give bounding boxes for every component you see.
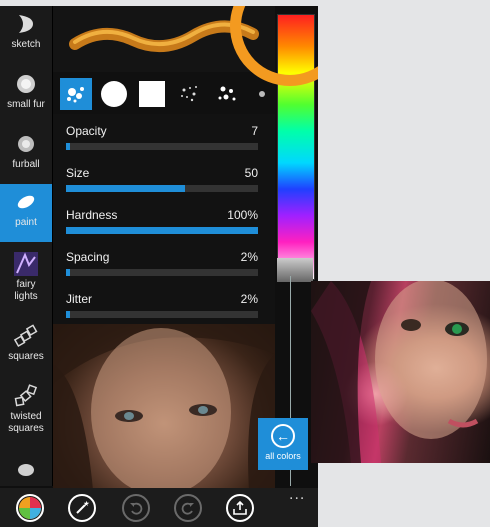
- tool-label: squares: [8, 351, 44, 362]
- slider-name: Opacity: [66, 124, 107, 138]
- tip-spray[interactable]: [174, 78, 206, 110]
- slider-value: 7: [251, 124, 258, 138]
- tool-label: furball: [12, 159, 40, 170]
- tool-squares[interactable]: squares: [0, 318, 52, 376]
- tool-sketch[interactable]: sketch: [0, 6, 52, 64]
- share-button[interactable]: [226, 494, 254, 522]
- portrait-image: [53, 324, 275, 490]
- squares-brush-icon: [13, 324, 38, 347]
- slider-fill: [66, 227, 258, 234]
- slider-fill: [66, 143, 70, 150]
- tool-fairy-lights[interactable]: fairy lights: [0, 246, 52, 310]
- slider-name: Spacing: [66, 250, 110, 264]
- tool-small-fur[interactable]: small fur: [0, 66, 52, 124]
- furball-brush-icon: [18, 136, 34, 152]
- tip-splatter[interactable]: [60, 78, 92, 110]
- all-colors-button[interactable]: ← all colors: [258, 418, 308, 470]
- portrait-image: [311, 281, 487, 463]
- tool-paint[interactable]: paint: [0, 184, 52, 242]
- spray-tip-icon: [181, 86, 197, 102]
- opacity-slider[interactable]: Opacity 7: [66, 120, 258, 160]
- slider-fill: [66, 185, 186, 192]
- tool-label: small fur: [7, 99, 45, 110]
- slider-value: 50: [244, 166, 258, 180]
- tip-round[interactable]: [98, 78, 130, 110]
- sketch-brush-icon: [19, 15, 33, 33]
- size-slider[interactable]: Size 50: [66, 162, 258, 202]
- undo-icon: [130, 502, 143, 515]
- slider-value: 2%: [240, 292, 258, 306]
- slider-track[interactable]: [66, 143, 258, 150]
- round-tip-icon: [101, 81, 127, 107]
- tip-speckle[interactable]: [212, 78, 244, 110]
- slider-fill: [66, 269, 70, 276]
- redo-button[interactable]: [174, 494, 202, 522]
- tool-label: fairy lights: [14, 279, 38, 302]
- magic-wand-button[interactable]: [68, 494, 96, 522]
- undo-button[interactable]: [122, 494, 150, 522]
- square-tip-icon: [139, 81, 165, 107]
- slider-value: 2%: [240, 250, 258, 264]
- grayscale-strip[interactable]: [277, 258, 313, 282]
- canvas-photo[interactable]: [53, 324, 275, 490]
- paint-brush-icon: [17, 195, 35, 209]
- speckle-tip-icon: [218, 86, 236, 101]
- slider-name: Jitter: [66, 292, 93, 306]
- brush-tip-selector: [53, 72, 275, 118]
- splatter-tip-icon: [67, 87, 84, 103]
- slider-track[interactable]: [66, 227, 258, 234]
- brush-settings: Opacity 7 Size 50 Hardness 100% Spacing …: [53, 114, 275, 324]
- spacing-slider[interactable]: Spacing 2%: [66, 246, 258, 286]
- app-bar: [0, 488, 318, 527]
- fairy-lights-brush-icon: [14, 252, 38, 276]
- hardness-slider[interactable]: Hardness 100%: [66, 204, 258, 244]
- tool-label: paint: [15, 217, 37, 228]
- redo-icon: [181, 502, 194, 515]
- jitter-slider[interactable]: Jitter 2%: [66, 288, 258, 328]
- slider-track[interactable]: [66, 185, 258, 192]
- slider-name: Size: [66, 166, 90, 180]
- more-options-button[interactable]: ...: [289, 486, 305, 504]
- brush-sidebar: sketch small fur furball paint fairy lig…: [0, 6, 53, 486]
- tool-label: twisted squares: [8, 411, 44, 434]
- all-colors-label: all colors: [265, 451, 301, 461]
- twisted-squares-brush-icon: [14, 384, 38, 407]
- tool-more[interactable]: [0, 452, 52, 484]
- back-arrow-icon: ←: [271, 424, 295, 448]
- slider-value: 100%: [227, 208, 258, 222]
- share-icon: [233, 500, 247, 515]
- magic-wand-icon: [76, 500, 90, 514]
- slider-track[interactable]: [66, 311, 258, 318]
- tip-square[interactable]: [136, 78, 168, 110]
- tool-twisted-squares[interactable]: twisted squares: [0, 378, 52, 442]
- slider-track[interactable]: [66, 269, 258, 276]
- reference-portrait: [311, 281, 490, 463]
- small-fur-brush-icon: [17, 75, 35, 93]
- tool-furball[interactable]: furball: [0, 126, 52, 184]
- more-brush-icon: [18, 464, 34, 476]
- color-button[interactable]: [16, 494, 44, 522]
- slider-fill: [66, 311, 70, 318]
- tool-label: sketch: [11, 39, 41, 50]
- color-wheel-icon: [19, 497, 41, 519]
- slider-name: Hardness: [66, 208, 118, 222]
